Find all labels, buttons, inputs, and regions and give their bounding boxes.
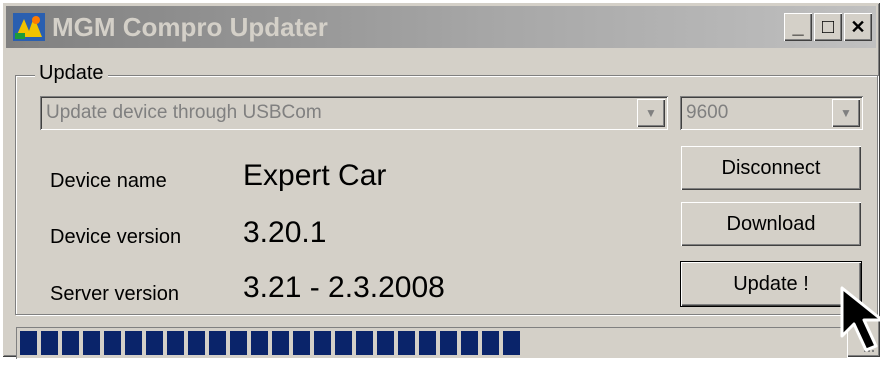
progress-block [41,331,58,355]
progress-block [83,331,100,355]
connection-method-select[interactable]: Update device through USBCom ▼ [40,96,668,130]
progress-block [62,331,79,355]
window-title: MGM Compro Updater [52,12,328,42]
progress-block [356,331,373,355]
title-bar[interactable]: MGM Compro Updater _ □ ✕ [6,6,876,48]
device-version-value: 3.20.1 [243,216,327,249]
chevron-down-icon: ▼ [840,106,852,120]
minimize-button[interactable]: _ [784,13,812,41]
progress-block [482,331,499,355]
progress-fill [20,331,520,355]
update-button[interactable]: Update ! [680,261,862,307]
device-name-value: Expert Car [243,159,387,192]
download-button-label: Download [726,212,816,235]
disconnect-button-label: Disconnect [721,156,821,179]
update-progress-bar [16,327,848,359]
disconnect-button[interactable]: Disconnect [681,146,861,190]
close-icon: ✕ [850,16,866,37]
device-name-label: Device name [50,170,167,192]
baud-dropdown-button[interactable]: ▼ [832,99,860,127]
progress-block [167,331,184,355]
server-version-label: Server version [50,283,179,305]
progress-block [461,331,478,355]
baud-rate-value: 9600 [686,102,729,123]
baud-rate-select[interactable]: 9600 ▼ [680,96,863,130]
progress-block [188,331,205,355]
progress-block [209,331,226,355]
maximize-icon: □ [821,15,835,38]
download-button[interactable]: Download [681,202,861,246]
device-version-label: Device version [50,226,182,248]
update-button-label: Update ! [733,272,809,295]
maximize-button[interactable]: □ [814,13,842,41]
server-version-value: 3.21 - 2.3.2008 [243,271,445,304]
connection-dropdown-button[interactable]: ▼ [637,99,665,127]
app-logo-icon [13,13,45,41]
close-button[interactable]: ✕ [844,13,872,41]
mouse-pointer-icon [840,286,884,352]
progress-block [146,331,163,355]
progress-block [503,331,520,355]
connection-method-value: Update device through USBCom [46,102,322,123]
progress-block [419,331,436,355]
progress-block [377,331,394,355]
progress-block [230,331,247,355]
progress-block [398,331,415,355]
progress-block [251,331,268,355]
progress-block [272,331,289,355]
groupbox-label: Update [35,62,108,85]
progress-block [314,331,331,355]
chevron-down-icon: ▼ [645,106,657,120]
progress-block [104,331,121,355]
progress-block [335,331,352,355]
progress-block [440,331,457,355]
progress-block [293,331,310,355]
minimize-icon: _ [792,15,804,38]
progress-block [20,331,37,355]
progress-block [125,331,142,355]
